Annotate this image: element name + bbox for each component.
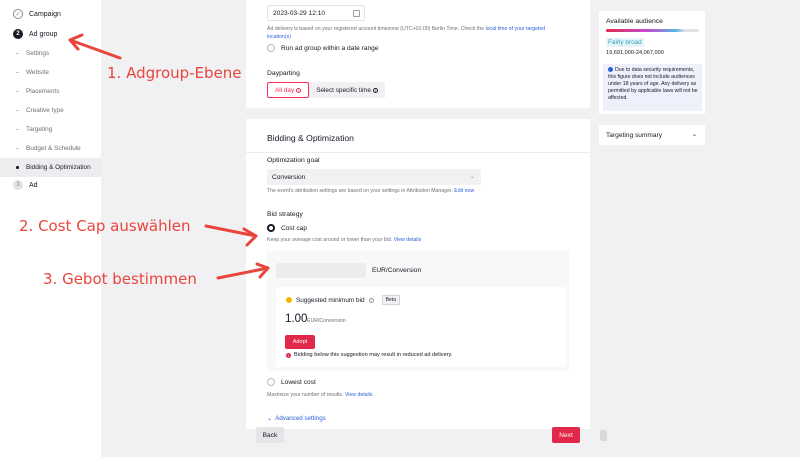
arrow-head bbox=[242, 227, 258, 247]
annotation-arrows bbox=[68, 33, 270, 280]
